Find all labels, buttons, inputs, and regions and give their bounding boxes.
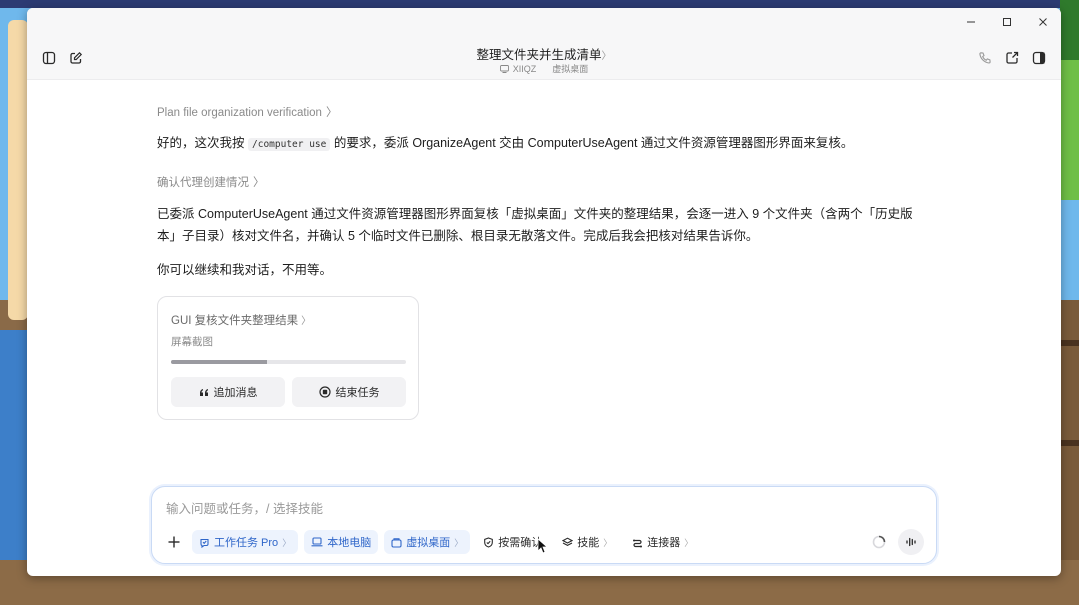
close-button[interactable]: [1029, 12, 1057, 32]
subtitle-location: 虚拟桌面: [552, 64, 589, 74]
skills-label: 技能: [577, 537, 600, 549]
stop-circle-icon: [318, 386, 331, 398]
chevron-right-icon: 〉: [253, 177, 265, 189]
end-task-label: 结束任务: [335, 387, 380, 399]
panel-toggle-button[interactable]: [1029, 48, 1049, 68]
chevron-right-icon: 〉: [301, 316, 312, 327]
step-link-confirm-agent[interactable]: 确认代理创建情况〉: [157, 174, 265, 190]
step-link-plan[interactable]: Plan file organization verification 〉: [157, 104, 337, 120]
layers-icon: [562, 537, 574, 546]
app-window: 整理文件夹并生成清单〉 XIIQZ 虚拟桌面 Plan file organiz…: [27, 8, 1061, 576]
panel-right-icon: [1032, 51, 1046, 65]
mouse-pointer-icon: [537, 538, 547, 554]
assistant-message-3: 你可以继续和我对话，不用等。: [157, 263, 333, 277]
chevron-right-icon: 〉: [603, 537, 613, 548]
task-progress-bar: [171, 360, 406, 364]
quote-icon: [199, 388, 208, 396]
end-task-button[interactable]: 结束任务: [292, 377, 406, 407]
virtual-desktop-label: 虚拟桌面: [406, 537, 451, 549]
virtual-desktop-chip[interactable]: 虚拟桌面 〉: [384, 530, 471, 554]
confirm-mode-label: 按需确认: [498, 537, 543, 549]
waveform-icon: [906, 537, 916, 547]
local-computer-chip[interactable]: 本地电脑: [304, 530, 379, 554]
close-icon: [1039, 18, 1047, 26]
assistant-message-2: 已委派 ComputerUseAgent 通过文件资源管理器图形界面复核「虚拟桌…: [157, 203, 947, 247]
task-card-title-text: GUI 复核文件夹整理结果: [171, 315, 299, 327]
chevron-right-icon: 〉: [282, 537, 292, 548]
conversation-title-text: 整理文件夹并生成清单: [476, 48, 602, 62]
message-line: 已委派 ComputerUseAgent 通过文件资源管理器图形界面复核「虚拟桌…: [157, 207, 913, 221]
skills-chip[interactable]: 技能 〉: [555, 530, 619, 554]
assistant-message-1: 好的，这次我按 /computer use 的要求，委派 OrganizeAge…: [157, 132, 937, 156]
maximize-button[interactable]: [993, 12, 1021, 32]
connectors-chip[interactable]: 连接器 〉: [625, 530, 700, 554]
connectors-label: 连接器: [647, 537, 681, 549]
step-link-confirm-label: 确认代理创建情况: [157, 177, 249, 189]
minimize-button[interactable]: [957, 12, 985, 32]
task-progress-fill: [171, 360, 268, 364]
task-card-status: 屏幕截图: [171, 336, 213, 348]
connector-icon: [633, 539, 643, 547]
minimize-icon: [967, 21, 975, 23]
message-line: 本」子目录）核对文件名，并确认 5 个临时文件已删除、根目录无散落文件。完成后我…: [157, 229, 759, 243]
share-icon: [1006, 51, 1019, 64]
work-task-mode-chip[interactable]: 工作任务 Pro 〉: [192, 530, 299, 554]
chevron-right-icon: 〉: [325, 107, 338, 119]
composer-actions: [872, 529, 924, 555]
add-attachment-button[interactable]: [162, 530, 186, 554]
step-link-plan-label: Plan file organization verification: [157, 107, 322, 119]
chevron-right-icon: 〉: [454, 537, 464, 548]
maximize-icon: [1003, 18, 1011, 26]
add-message-button[interactable]: 追加消息: [171, 377, 285, 407]
conversation-header: 整理文件夹并生成清单〉 XIIQZ 虚拟桌面: [27, 36, 1061, 80]
phone-icon: [979, 52, 991, 64]
conversation-subtitle: XIIQZ 虚拟桌面: [27, 62, 1061, 75]
share-button[interactable]: [1002, 48, 1022, 68]
plus-icon: [168, 536, 180, 548]
loading-spinner-icon: [872, 535, 886, 549]
virtual-desktop-icon: [391, 537, 402, 548]
subtitle-user: XIIQZ: [512, 63, 537, 74]
task-mode-icon: [200, 538, 209, 548]
message-input[interactable]: [166, 499, 766, 519]
chevron-right-icon: 〉: [601, 51, 612, 62]
task-card: GUI 复核文件夹整理结果〉 屏幕截图 追加消息 结束任务: [157, 296, 419, 420]
work-task-label: 工作任务 Pro: [214, 537, 279, 549]
laptop-icon: [311, 537, 323, 547]
conversation-title[interactable]: 整理文件夹并生成清单〉: [27, 44, 1061, 63]
chevron-right-icon: 〉: [684, 537, 694, 548]
local-computer-label: 本地电脑: [327, 537, 372, 549]
composer-toolbar: 工作任务 Pro 〉 本地电脑 虚拟桌面 〉 按需确认 技能 〉 连接器 〉: [162, 530, 700, 554]
task-card-title[interactable]: GUI 复核文件夹整理结果〉: [171, 312, 311, 328]
call-button[interactable]: [975, 48, 995, 68]
shield-check-icon: [484, 536, 494, 548]
message-text: 好的，这次我按: [157, 136, 245, 150]
voice-input-button[interactable]: [898, 529, 924, 555]
message-text: 的要求，委派 OrganizeAgent 交由 ComputerUseAgent…: [333, 136, 854, 150]
add-message-label: 追加消息: [213, 387, 258, 399]
monitor-icon: [499, 64, 509, 73]
inline-code: /computer use: [248, 138, 331, 151]
window-titlebar: [27, 8, 1061, 36]
